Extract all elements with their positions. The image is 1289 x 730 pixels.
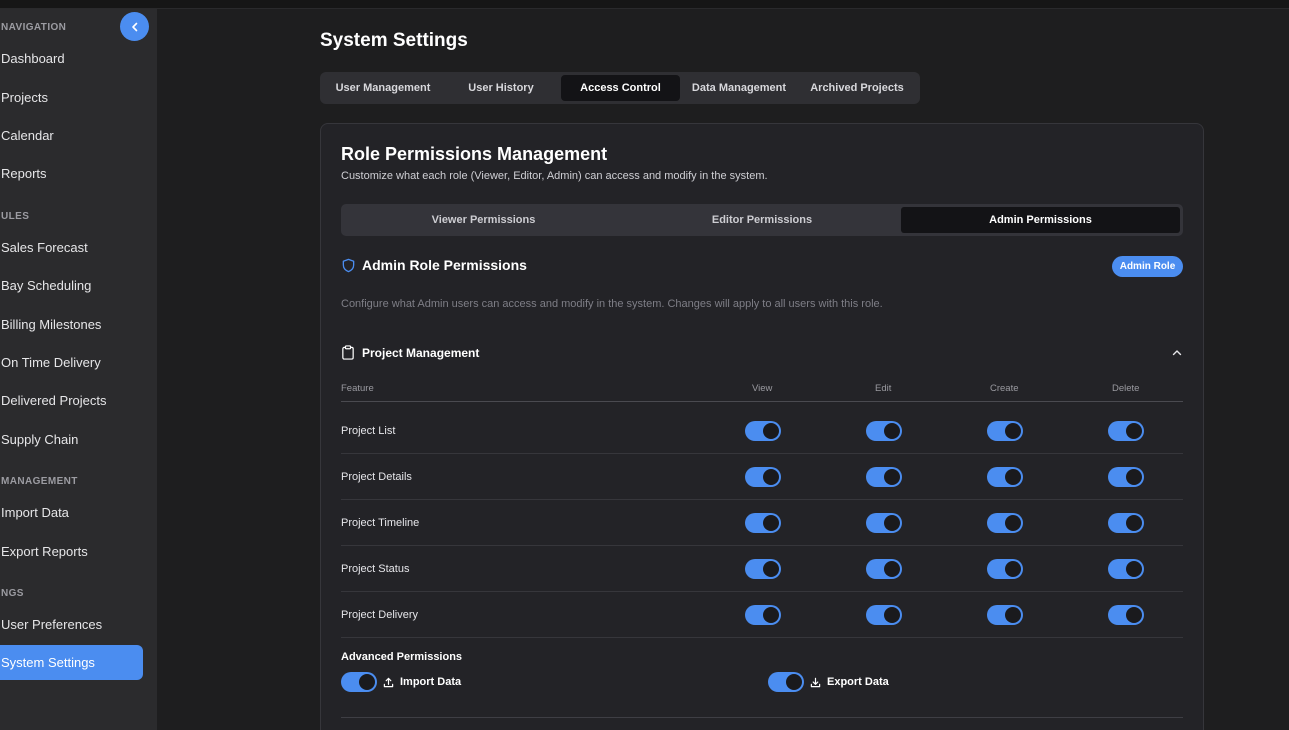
delete-toggle[interactable] bbox=[1108, 467, 1144, 487]
sidebar-item-calendar[interactable]: Calendar bbox=[0, 118, 143, 153]
tab-archived-projects[interactable]: Archived Projects bbox=[798, 75, 916, 101]
sidebar-section-settings: NGS bbox=[1, 588, 24, 599]
column-header-view: View bbox=[752, 383, 773, 394]
download-icon bbox=[810, 677, 821, 687]
column-header-feature: Feature bbox=[341, 383, 374, 394]
role-tabs: Viewer Permissions Editor Permissions Ad… bbox=[341, 204, 1183, 236]
sidebar-item-reports[interactable]: Reports bbox=[0, 156, 143, 191]
sidebar-item-import-data[interactable]: Import Data bbox=[0, 495, 143, 530]
sidebar-item-projects[interactable]: Projects bbox=[0, 80, 143, 115]
role-header: Admin Role Permissions bbox=[341, 257, 527, 273]
sidebar-section-navigation: NAVIGATION bbox=[1, 22, 67, 33]
sidebar-item-export-reports[interactable]: Export Reports bbox=[0, 534, 143, 569]
role-permissions-card: Role Permissions Management Customize wh… bbox=[320, 123, 1204, 730]
edit-toggle[interactable] bbox=[866, 559, 902, 579]
table-row: Project Details bbox=[341, 454, 1183, 500]
page-title: System Settings bbox=[320, 30, 468, 51]
clipboard-icon bbox=[342, 345, 354, 360]
card-subtitle: Customize what each role (Viewer, Editor… bbox=[341, 170, 768, 182]
delete-toggle[interactable] bbox=[1108, 605, 1144, 625]
sidebar-item-supply-chain[interactable]: Supply Chain bbox=[0, 422, 143, 457]
feature-label: Project Details bbox=[341, 471, 412, 483]
sidebar: NAVIGATION Dashboard Projects Calendar R… bbox=[0, 9, 157, 730]
table-row: Project Status bbox=[341, 546, 1183, 592]
advanced-import-data: Import Data bbox=[341, 672, 461, 692]
sidebar-item-user-preferences[interactable]: User Preferences bbox=[0, 607, 143, 642]
create-toggle[interactable] bbox=[987, 605, 1023, 625]
sidebar-item-bay-scheduling[interactable]: Bay Scheduling bbox=[0, 268, 143, 303]
tab-editor-permissions[interactable]: Editor Permissions bbox=[623, 207, 901, 233]
tab-user-history[interactable]: User History bbox=[442, 75, 560, 101]
feature-label: Project List bbox=[341, 425, 396, 437]
section-divider bbox=[341, 717, 1183, 718]
feature-label: Project Delivery bbox=[341, 609, 419, 621]
tab-access-control[interactable]: Access Control bbox=[561, 75, 680, 101]
view-toggle[interactable] bbox=[745, 513, 781, 533]
collapse-sidebar-button[interactable] bbox=[120, 12, 149, 41]
window-top-bar bbox=[0, 0, 1289, 9]
import-data-toggle[interactable] bbox=[341, 672, 377, 692]
column-header-edit: Edit bbox=[875, 383, 892, 394]
sidebar-item-billing-milestones[interactable]: Billing Milestones bbox=[0, 307, 143, 342]
export-data-label: Export Data bbox=[827, 676, 889, 688]
upload-icon bbox=[383, 677, 394, 687]
tab-admin-permissions[interactable]: Admin Permissions bbox=[901, 207, 1180, 233]
edit-toggle[interactable] bbox=[866, 467, 902, 487]
edit-toggle[interactable] bbox=[866, 421, 902, 441]
export-data-toggle[interactable] bbox=[768, 672, 804, 692]
chevron-left-icon bbox=[131, 22, 137, 31]
sidebar-section-management: MANAGEMENT bbox=[1, 476, 78, 487]
import-data-label: Import Data bbox=[400, 676, 462, 688]
view-toggle[interactable] bbox=[745, 421, 781, 441]
card-title: Role Permissions Management bbox=[341, 144, 608, 164]
header-divider bbox=[341, 401, 1183, 402]
column-header-delete: Delete bbox=[1112, 383, 1140, 394]
role-badge: Admin Role bbox=[1112, 256, 1183, 277]
chevron-up-icon[interactable] bbox=[1171, 347, 1183, 359]
shield-icon bbox=[342, 258, 355, 272]
create-toggle[interactable] bbox=[987, 421, 1023, 441]
table-row: Project Delivery bbox=[341, 592, 1183, 638]
role-description: Configure what Admin users can access an… bbox=[341, 298, 883, 310]
delete-toggle[interactable] bbox=[1108, 421, 1144, 441]
sidebar-item-sales-forecast[interactable]: Sales Forecast bbox=[0, 230, 143, 265]
sidebar-item-on-time-delivery[interactable]: On Time Delivery bbox=[0, 345, 143, 380]
advanced-export-data: Export Data bbox=[768, 672, 889, 692]
edit-toggle[interactable] bbox=[866, 513, 902, 533]
feature-label: Project Timeline bbox=[341, 517, 420, 529]
delete-toggle[interactable] bbox=[1108, 513, 1144, 533]
settings-tabs: User Management User History Access Cont… bbox=[320, 72, 920, 104]
feature-label: Project Status bbox=[341, 563, 410, 575]
sidebar-item-delivered-projects[interactable]: Delivered Projects bbox=[0, 383, 143, 418]
group-header[interactable]: Project Management bbox=[341, 345, 479, 360]
advanced-permissions-title: Advanced Permissions bbox=[341, 651, 463, 663]
view-toggle[interactable] bbox=[745, 605, 781, 625]
sidebar-item-dashboard[interactable]: Dashboard bbox=[0, 41, 143, 76]
edit-toggle[interactable] bbox=[866, 605, 902, 625]
role-title: Admin Role Permissions bbox=[362, 257, 527, 273]
table-row: Project List bbox=[341, 408, 1183, 454]
create-toggle[interactable] bbox=[987, 559, 1023, 579]
delete-toggle[interactable] bbox=[1108, 559, 1144, 579]
sidebar-item-system-settings[interactable]: System Settings bbox=[0, 645, 143, 680]
tab-user-management[interactable]: User Management bbox=[324, 75, 442, 101]
view-toggle[interactable] bbox=[745, 559, 781, 579]
table-row: Project Timeline bbox=[341, 500, 1183, 546]
tab-viewer-permissions[interactable]: Viewer Permissions bbox=[344, 207, 623, 233]
create-toggle[interactable] bbox=[987, 467, 1023, 487]
group-title: Project Management bbox=[362, 345, 480, 360]
tab-data-management[interactable]: Data Management bbox=[680, 75, 798, 101]
column-header-create: Create bbox=[990, 383, 1019, 394]
create-toggle[interactable] bbox=[987, 513, 1023, 533]
sidebar-section-modules: ULES bbox=[1, 211, 30, 222]
view-toggle[interactable] bbox=[745, 467, 781, 487]
